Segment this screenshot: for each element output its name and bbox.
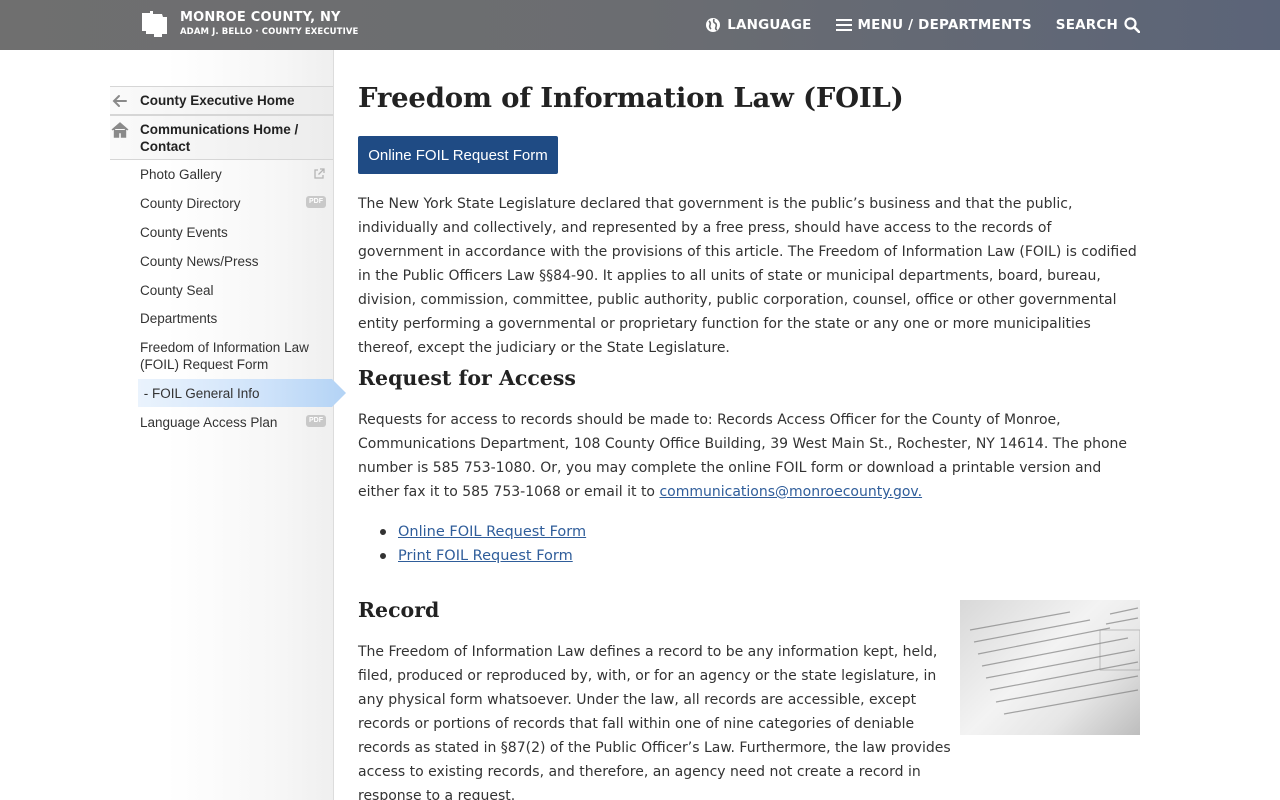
list-item: Online FOIL Request Form — [358, 520, 586, 544]
search-button[interactable]: SEARCH — [1056, 17, 1140, 33]
page-title: Freedom of Information Law (FOIL) — [358, 82, 904, 114]
access-paragraph: Requests for access to records should be… — [358, 408, 1140, 504]
email-link[interactable]: communications@monroecounty.gov. — [659, 484, 922, 500]
language-button[interactable]: LANGUAGE — [705, 17, 811, 33]
pdf-badge-icon: PDF — [306, 196, 326, 208]
site-brand[interactable]: MONROE COUNTY, NY ADAM J. BELLO · COUNTY… — [140, 9, 358, 39]
sidebar-item-county-events[interactable]: County Events — [140, 224, 330, 241]
online-foil-request-link[interactable]: Online FOIL Request Form — [398, 524, 586, 540]
document-photo-graphic — [969, 607, 1140, 715]
record-heading: Record — [358, 598, 440, 622]
document-photo — [960, 600, 1140, 735]
sidebar-item-communications-home[interactable]: Communications Home / Contact — [140, 121, 310, 155]
sidebar-item-county-directory[interactable]: County Directory PDF — [140, 195, 330, 212]
brand-subtitle: ADAM J. BELLO · COUNTY EXECUTIVE — [180, 27, 359, 37]
sidebar-item-foil-request-form[interactable]: Freedom of Information Law (FOIL) Reques… — [140, 339, 325, 373]
request-for-access-heading: Request for Access — [358, 366, 576, 390]
pdf-badge-icon: PDF — [306, 415, 326, 427]
sidebar-item-county-seal[interactable]: County Seal — [140, 282, 330, 299]
search-label: SEARCH — [1055, 17, 1118, 33]
sidebar-item-foil-general-info[interactable]: - FOIL General Info — [140, 385, 330, 402]
sidebar-item-label: County Directory — [140, 196, 241, 211]
hamburger-menu-icon — [835, 19, 852, 31]
list-item: Print FOIL Request Form — [358, 544, 586, 568]
external-link-icon — [314, 168, 325, 179]
globe-icon — [706, 18, 721, 32]
menu-label: MENU / DEPARTMENTS — [857, 17, 1032, 33]
intro-paragraph: The New York State Legislature declared … — [358, 196, 1137, 356]
brand-title: MONROE COUNTY, NY — [180, 10, 341, 25]
site-header: MONROE COUNTY, NY ADAM J. BELLO · COUNTY… — [0, 0, 1280, 50]
language-label: LANGUAGE — [727, 17, 812, 33]
menu-departments-button[interactable]: MENU / DEPARTMENTS — [835, 17, 1032, 33]
sidebar-item-label: Photo Gallery — [140, 167, 222, 182]
record-paragraph: The Freedom of Information Law defines a… — [358, 644, 951, 800]
print-foil-request-link[interactable]: Print FOIL Request Form — [398, 548, 573, 564]
search-icon — [1124, 17, 1140, 33]
county-map-logo-icon — [142, 11, 167, 37]
header-nav: LANGUAGE MENU / DEPARTMENTS SEARCH — [681, 0, 1140, 50]
online-foil-request-button[interactable]: Online FOIL Request Form — [358, 136, 558, 174]
home-icon — [111, 122, 129, 138]
sidebar-item-county-executive-home[interactable]: County Executive Home — [140, 92, 330, 109]
sidebar-item-departments[interactable]: Departments — [140, 310, 330, 327]
arrow-left-icon — [112, 95, 127, 107]
sidebar-item-label: Language Access Plan — [140, 415, 278, 430]
sidebar-item-county-news-press[interactable]: County News/Press — [140, 253, 330, 270]
sidebar-item-photo-gallery[interactable]: Photo Gallery — [140, 166, 330, 183]
foil-links-list: Online FOIL Request Form Print FOIL Requ… — [358, 520, 586, 568]
sidebar-item-language-access-plan[interactable]: Language Access Plan PDF — [140, 414, 330, 431]
